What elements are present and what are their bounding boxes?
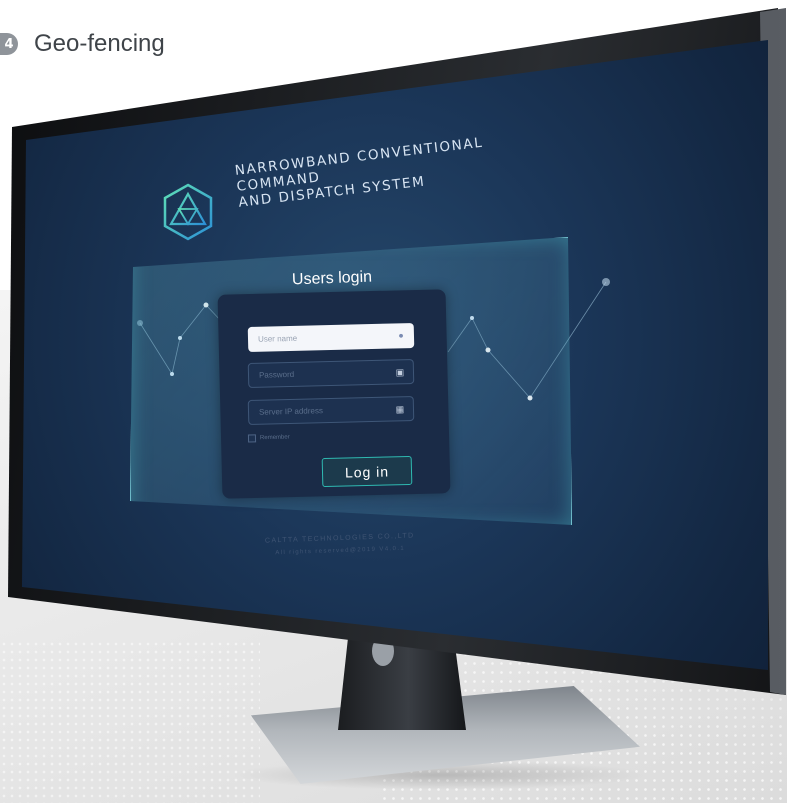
triangle-hexagon-logo-icon [163,183,213,241]
server-icon: ▦ [395,404,405,415]
username-placeholder: User name [257,333,298,344]
lock-icon: ▣ [395,367,405,378]
login-title: Users login [291,268,373,289]
remember-checkbox-box[interactable] [247,434,257,443]
remember-label: Remember [259,434,290,442]
section-title: Geo-fencing [34,30,165,57]
server-ip-placeholder: Server IP address [258,406,324,417]
password-placeholder: Password [258,369,295,380]
username-input[interactable]: User name ● [247,322,415,353]
login-button[interactable]: Log in [321,455,413,488]
section-header: 4 Geo-fencing [0,30,165,58]
section-number-badge: 4 [0,33,18,55]
password-input[interactable]: Password ▣ [247,358,415,389]
remember-checkbox[interactable]: Remember [247,433,290,443]
server-ip-input[interactable]: Server IP address ▦ [247,395,415,426]
user-icon: ● [398,330,404,341]
dot-wave-decoration-left [0,640,260,803]
